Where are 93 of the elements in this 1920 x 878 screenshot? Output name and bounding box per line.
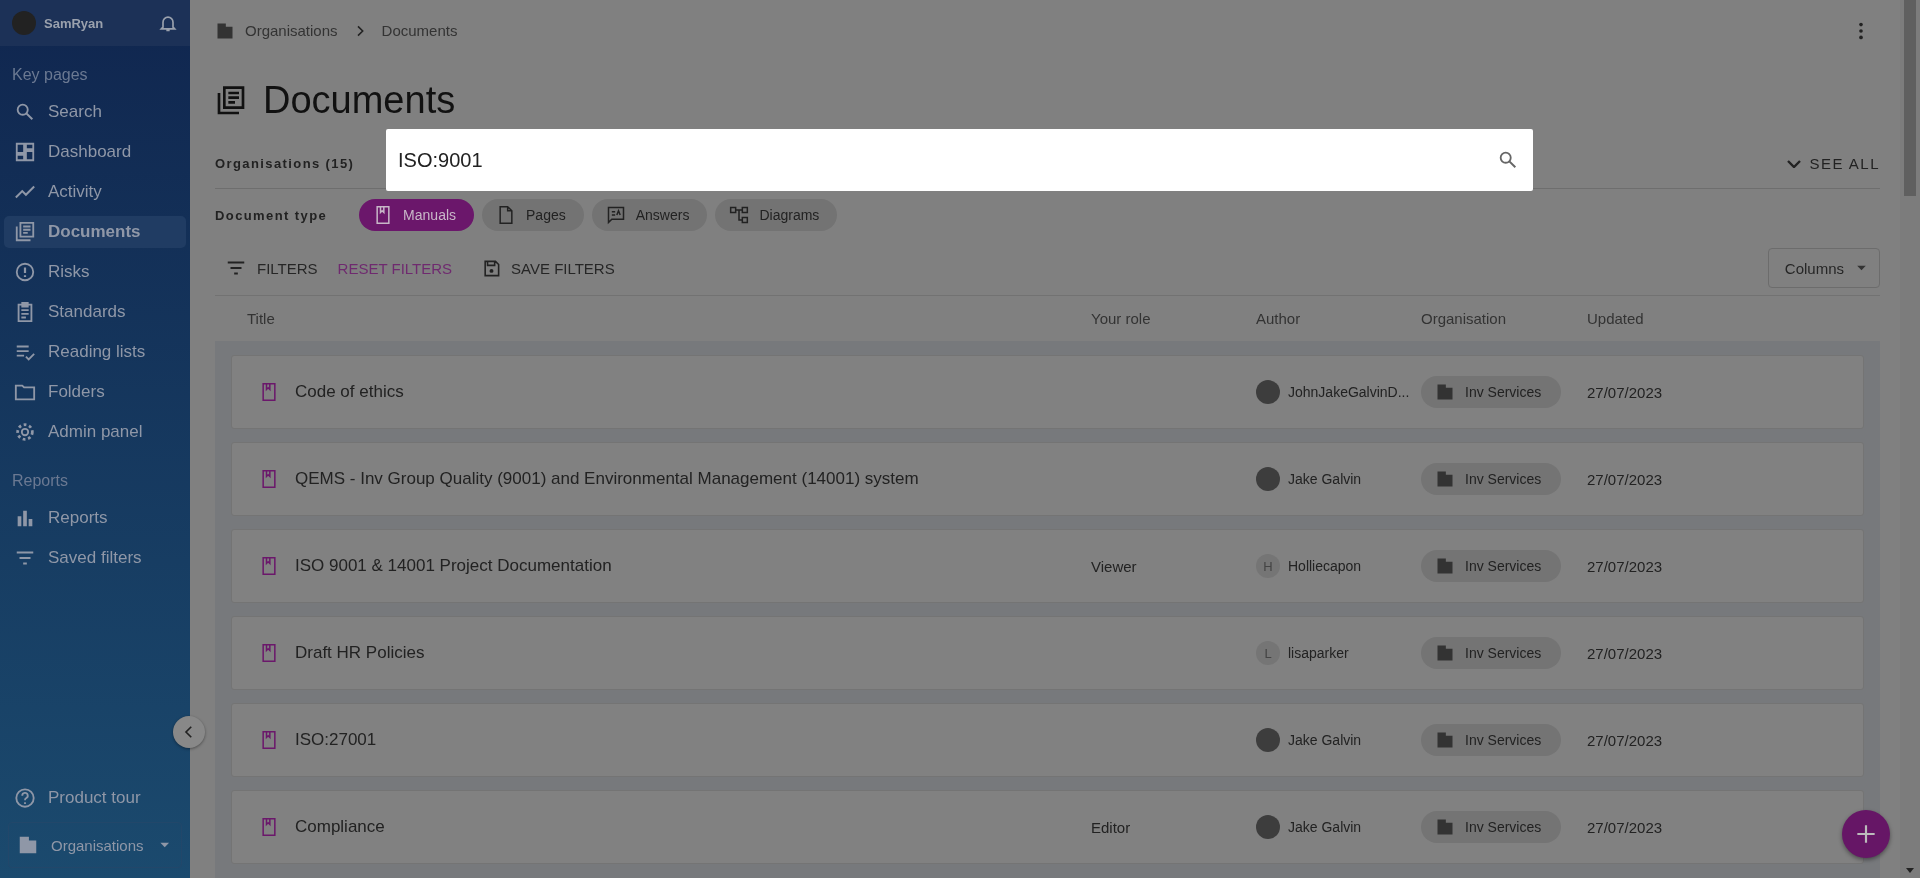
column-header[interactable]: Updated [1587,310,1880,328]
updated-date: 27/07/2023 [1587,818,1663,836]
breadcrumb-link[interactable]: Documents [381,22,458,40]
avatar-placeholder [1256,380,1280,404]
manual-icon [259,730,279,750]
column-header[interactable]: Your role [1091,310,1256,328]
organisation-chip[interactable]: Inv Services [1421,550,1562,582]
search-field[interactable]: ISO:9001 [386,129,1533,191]
diagram-icon [729,205,750,226]
section-heading: Key pages [11,65,89,85]
filter-label: Document type [215,207,328,223]
organisation-chip[interactable]: Inv Services [1421,811,1562,843]
document-row[interactable]: ISO:27001 Jake Galvin Inv Services 27/07/2023 [231,703,1864,777]
author-name: Jake Galvin [1288,732,1362,748]
type-chip[interactable]: Diagrams [715,199,838,232]
updated-date: 27/07/2023 [1587,731,1663,749]
product-tour-link[interactable]: Product tour [4,782,186,814]
manual-icon [259,469,279,489]
save-filters-button[interactable]: SAVE FILTERS [482,258,615,278]
organisation-chip[interactable]: Inv Services [1421,463,1562,495]
nav-item[interactable]: Reading lists [4,336,186,368]
document-title[interactable]: Draft HR Policies [295,643,425,663]
organisation-chip[interactable]: Inv Services [1421,376,1562,408]
document-title[interactable]: Code of ethics [295,382,404,402]
author-name: Jake Galvin [1288,471,1362,487]
nav-item[interactable]: Folders [4,376,186,408]
nav-item[interactable]: Dashboard [4,136,186,168]
author-name: lisaparker [1288,645,1349,661]
breadcrumb-link[interactable]: Organisations [245,22,338,40]
role-text: Viewer [1091,557,1137,575]
caret-icon [1856,265,1867,272]
scroll-down-icon[interactable] [1905,865,1915,875]
type-chip[interactable]: Answers [591,199,708,232]
documents-icon [14,221,36,243]
section-heading: Reports [11,471,70,491]
manual-icon [259,643,279,663]
document-title[interactable]: QEMS - Inv Group Quality (9001) and Environmental Management (14001) system [295,469,919,489]
dashboard-icon [14,141,36,163]
collapse-button[interactable] [173,716,205,748]
author-name: Holliecapon [1288,558,1362,574]
role-text: Editor [1091,818,1131,836]
nav-item[interactable]: Reports [4,502,186,534]
document-title[interactable]: Compliance [295,817,385,837]
column-header[interactable]: Organisation [1421,310,1587,328]
manual-icon [259,382,279,402]
avatar-placeholder [1256,467,1280,491]
filter-label: Organisations (15) [215,156,355,172]
nav-item[interactable]: Search [4,96,186,128]
organisation-switcher[interactable]: Organisations [8,822,182,868]
risks-icon [14,261,36,283]
manual-icon [259,817,279,837]
updated-date: 27/07/2023 [1587,644,1663,662]
columns-dropdown[interactable]: Columns [1767,248,1880,289]
updated-date: 27/07/2023 [1587,470,1663,488]
avatar-placeholder [1256,815,1280,839]
avatar-placeholder [1256,728,1280,752]
save-icon [482,258,502,278]
chevron-down-icon [1787,159,1802,168]
document-title[interactable]: ISO 9001 & 14001 Project Documentation [295,556,612,576]
column-header[interactable]: Title [247,310,1091,328]
filters-button[interactable]: FILTERS [225,257,318,280]
organisation-chip[interactable]: Inv Services [1421,724,1562,756]
search-icon[interactable] [1497,149,1519,171]
nav-item[interactable]: Activity [4,176,186,208]
bell-icon[interactable] [158,13,178,33]
page-title: Documents [263,79,456,123]
nav-item[interactable]: Risks [4,256,186,288]
documents-icon [215,84,247,117]
user-name[interactable]: SamRyan [44,15,150,31]
updated-date: 27/07/2023 [1587,557,1663,575]
nav-item[interactable]: Saved filters [4,542,186,574]
reset-filters-button[interactable]: RESET FILTERS [337,259,453,277]
document-row[interactable]: QEMS - Inv Group Quality (9001) and Environmental Management (14001) system Jake Galvin Inv Services 27/07/2023 [231,442,1864,516]
answer-icon [605,205,626,226]
author-name: JohnJakeGalvinD... [1288,384,1410,400]
document-row[interactable]: Compliance Editor Jake Galvin Inv Services 27/07/2023 [231,790,1864,864]
scrollbar-thumb[interactable] [1904,0,1916,196]
see-all-button[interactable]: SEE ALL [1787,155,1880,173]
author-name: Jake Galvin [1288,819,1362,835]
document-title[interactable]: ISO:27001 [295,730,377,750]
type-chip[interactable]: Manuals [359,199,475,232]
nav-item[interactable]: Documents [4,216,186,248]
search-icon [14,101,36,123]
help-icon [14,787,36,809]
type-chip[interactable]: Pages [482,199,584,232]
admin-icon [14,421,36,443]
updated-date: 27/07/2023 [1587,383,1663,401]
nav-item[interactable]: Standards [4,296,186,328]
organisation-chip[interactable]: Inv Services [1421,637,1562,669]
manual-icon [259,556,279,576]
column-header[interactable]: Author [1256,310,1421,328]
document-row[interactable]: Code of ethics JohnJakeGalvinD... Inv Services 27/07/2023 [231,355,1864,429]
nav-item[interactable]: Admin panel [4,416,186,448]
